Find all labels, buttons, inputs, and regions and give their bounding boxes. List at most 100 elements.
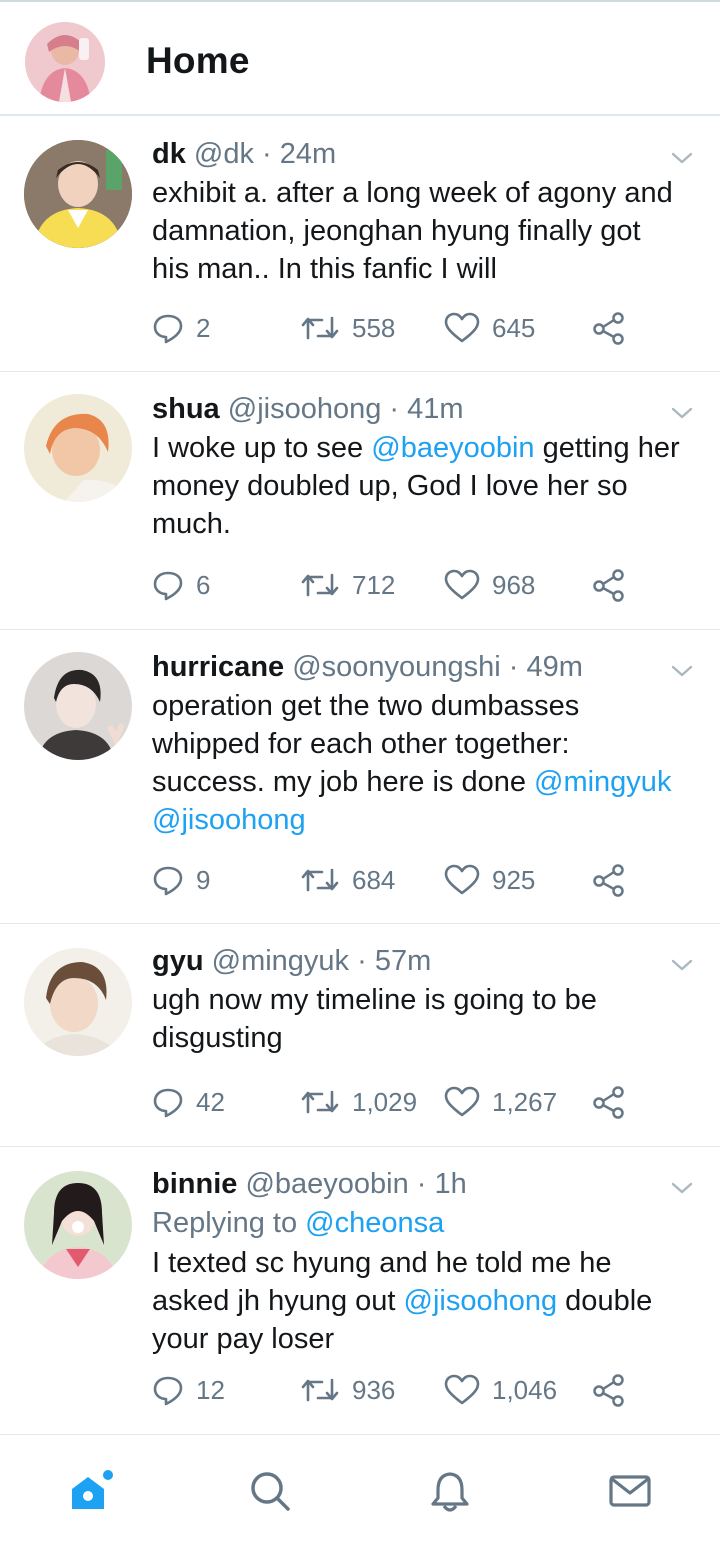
- mention-link[interactable]: @jisoohong: [404, 1285, 558, 1317]
- tweet-text-segment: I texted sc hyung and he told me he: [152, 1247, 612, 1279]
- share-button[interactable]: [592, 565, 626, 605]
- reply-button[interactable]: 42: [152, 1082, 225, 1122]
- tweet-author-avatar[interactable]: [24, 140, 132, 248]
- reply-button[interactable]: 6: [152, 565, 210, 605]
- notifications-tab[interactable]: [424, 1465, 476, 1517]
- retweet-count: 684: [352, 864, 396, 895]
- share-icon: [592, 1373, 626, 1407]
- retweet-icon: [300, 569, 340, 601]
- reply-count: 2: [196, 312, 211, 343]
- tweet-body: binnie @baeyoobin · 1h Replying to @cheon…: [152, 1166, 692, 1358]
- profile-avatar[interactable]: [25, 22, 105, 102]
- mention-link[interactable]: @baeyoobin: [371, 432, 534, 464]
- separator-dot: ·: [253, 138, 280, 170]
- author-handle[interactable]: @jisoohong: [228, 393, 382, 425]
- author-handle[interactable]: @mingyuk: [212, 945, 349, 977]
- like-button[interactable]: 1,046: [444, 1370, 557, 1410]
- like-button[interactable]: 925: [444, 860, 535, 900]
- reply-count: 12: [196, 1374, 225, 1405]
- reply-button[interactable]: 12: [152, 1370, 225, 1410]
- tweet-header: dk @dk · 24m: [152, 136, 692, 172]
- author-name[interactable]: gyu: [152, 945, 204, 977]
- home-tab[interactable]: [64, 1465, 116, 1517]
- tweet[interactable]: binnie @baeyoobin · 1h Replying to @cheon…: [0, 1147, 720, 1435]
- retweet-button[interactable]: 936: [300, 1370, 395, 1410]
- tweet[interactable]: dk @dk · 24m exhibit a. after a long week…: [0, 116, 720, 372]
- author-handle[interactable]: @dk: [194, 138, 254, 170]
- retweet-icon: [300, 312, 340, 344]
- retweet-icon: [300, 1086, 340, 1118]
- tweet[interactable]: gyu @mingyuk · 57m ugh now my timeline is…: [0, 924, 720, 1147]
- retweet-button[interactable]: 684: [300, 860, 395, 900]
- reply-icon: [152, 569, 184, 601]
- tweet-text: ugh now my timeline is going to be disgus…: [152, 981, 692, 1057]
- separator-dot: ·: [381, 393, 408, 425]
- tweet-text-segment: money doubled up, God I love her so: [152, 470, 628, 502]
- tweet[interactable]: shua @jisoohong · 41m I woke up to see @b…: [0, 372, 720, 630]
- replying-to-mention[interactable]: @cheonsa: [305, 1207, 444, 1239]
- author-handle[interactable]: @baeyoobin: [245, 1168, 408, 1200]
- like-count: 968: [492, 569, 536, 600]
- retweet-button[interactable]: 712: [300, 565, 395, 605]
- tweet-actions: 6 712 968: [152, 565, 672, 605]
- tweet-actions: 42 1,029 1,267: [152, 1082, 672, 1122]
- top-app-bar: Home: [0, 0, 720, 116]
- like-button[interactable]: 1,267: [444, 1082, 557, 1122]
- tweet-text-segment: getting her: [534, 432, 680, 464]
- tweet-text-line: your pay loser: [152, 1320, 692, 1358]
- search-icon: [251, 1472, 290, 1511]
- tweet-text-segment: success. my job here is done: [152, 766, 535, 798]
- reply-icon: [152, 312, 184, 344]
- tweet-text-segment: damnation, jeonghan hyung finally got: [152, 215, 641, 247]
- tweet-author-avatar[interactable]: [24, 394, 132, 502]
- tweet-text: exhibit a. after a long week of agony an…: [152, 174, 692, 288]
- retweet-count: 1,029: [352, 1086, 418, 1117]
- separator-dot: ·: [349, 945, 375, 977]
- tweet-author-avatar[interactable]: [24, 652, 132, 760]
- tweet-header: gyu @mingyuk · 57m: [152, 943, 692, 979]
- reply-button[interactable]: 2: [152, 308, 210, 348]
- author-name[interactable]: binnie: [152, 1168, 237, 1200]
- search-tab[interactable]: [244, 1465, 296, 1517]
- author-handle[interactable]: @soonyoungshi: [292, 651, 500, 683]
- mention-link[interactable]: @jisoohong: [152, 804, 306, 836]
- like-count: 925: [492, 864, 536, 895]
- mention-link[interactable]: @mingyuk: [534, 766, 671, 798]
- share-icon: [592, 568, 626, 602]
- like-button[interactable]: 645: [444, 308, 535, 348]
- author-name[interactable]: dk: [152, 138, 186, 170]
- heart-icon: [444, 1086, 480, 1118]
- tweet-text-line: @jisoohong: [152, 801, 692, 839]
- reply-icon: [152, 864, 184, 896]
- tweet-text-segment: double: [557, 1285, 653, 1317]
- share-button[interactable]: [592, 860, 626, 900]
- reply-count: 6: [196, 569, 211, 600]
- author-name[interactable]: hurricane: [152, 651, 284, 683]
- retweet-count: 936: [352, 1374, 396, 1405]
- share-icon: [592, 1085, 626, 1119]
- tweet-author-avatar[interactable]: [24, 948, 132, 1056]
- author-name[interactable]: shua: [152, 393, 220, 425]
- tweet-text-segment: much.: [152, 508, 231, 540]
- tweet-author-avatar[interactable]: [24, 1171, 132, 1279]
- retweet-button[interactable]: 1,029: [300, 1082, 417, 1122]
- tweet-header: shua @jisoohong · 41m: [152, 391, 692, 427]
- share-button[interactable]: [592, 308, 626, 348]
- mail-icon: [609, 1475, 651, 1507]
- timeline[interactable]: dk @dk · 24m exhibit a. after a long week…: [0, 116, 720, 1435]
- retweet-button[interactable]: 558: [300, 308, 395, 348]
- page-title: Home: [146, 40, 250, 81]
- reply-button[interactable]: 9: [152, 860, 210, 900]
- tweet-body: gyu @mingyuk · 57m ugh now my timeline is…: [152, 943, 692, 1057]
- share-button[interactable]: [592, 1370, 626, 1410]
- tweet-text-segment: exhibit a. after a long week of agony an…: [152, 177, 673, 209]
- share-icon: [592, 863, 626, 897]
- share-button[interactable]: [592, 1082, 626, 1122]
- like-button[interactable]: 968: [444, 565, 535, 605]
- tweet-text-line: his man.. In this fanfic I will: [152, 250, 692, 288]
- tweet-timestamp: 1h: [434, 1168, 467, 1200]
- tweet[interactable]: hurricane @soonyoungshi · 49m operation g…: [0, 630, 720, 924]
- tweet-actions: 2 558 645: [152, 308, 672, 348]
- messages-tab[interactable]: [604, 1465, 656, 1517]
- tweet-actions: 12 936 1,046: [152, 1370, 672, 1410]
